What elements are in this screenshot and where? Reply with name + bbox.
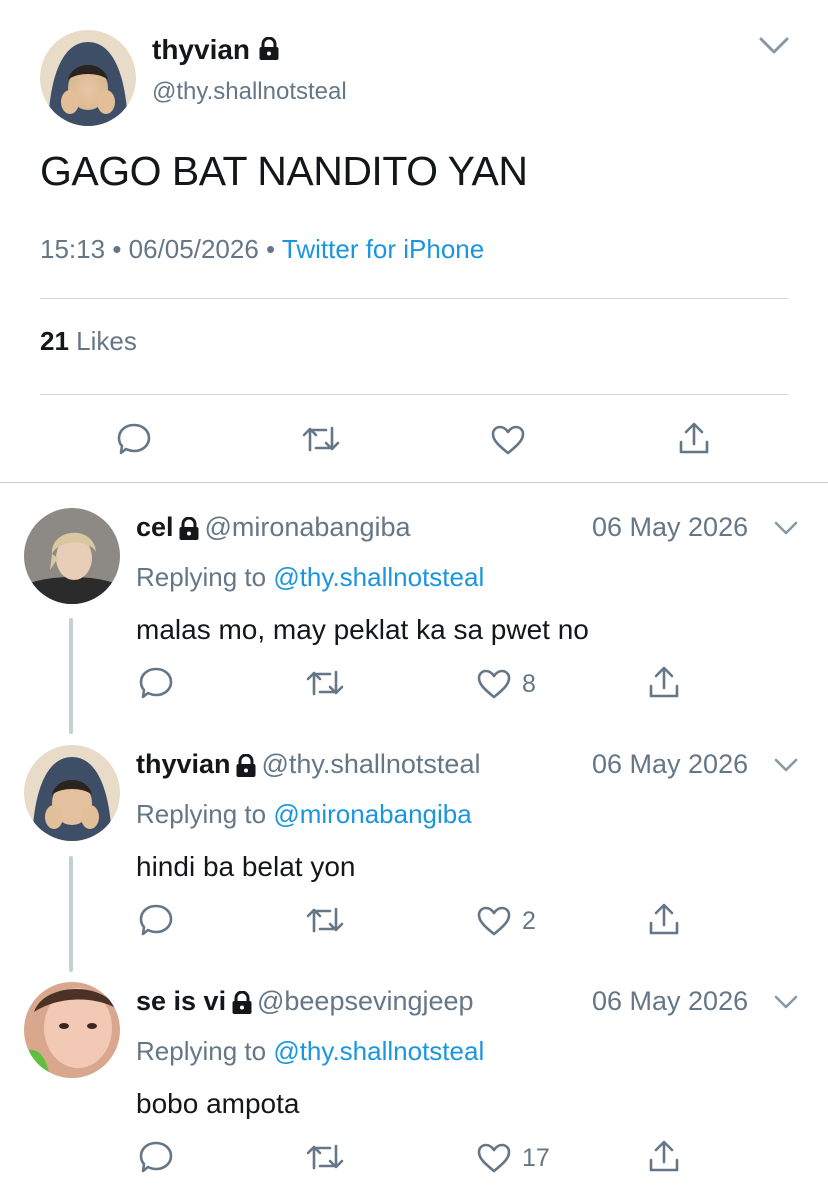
- avatar[interactable]: [24, 508, 120, 604]
- replying-to-link[interactable]: @thy.shallnotsteal: [273, 1036, 484, 1066]
- retweet-icon[interactable]: [306, 905, 344, 935]
- retweet-icon[interactable]: [306, 668, 344, 698]
- tweet-text: GAGO BAT NANDITO YAN: [40, 148, 528, 194]
- tweet-date[interactable]: 06 May 2026: [592, 986, 748, 1017]
- chevron-down-icon[interactable]: [774, 520, 798, 536]
- reply-text: bobo ampota: [136, 1088, 300, 1119]
- reply-icon[interactable]: [138, 903, 174, 937]
- tweet-date[interactable]: 06 May 2026: [592, 512, 748, 543]
- likes-label: Likes: [76, 326, 137, 356]
- likes-count: 21: [40, 326, 69, 356]
- replying-to-link[interactable]: @thy.shallnotsteal: [273, 562, 484, 592]
- chevron-down-icon[interactable]: [774, 994, 798, 1010]
- like-icon[interactable]: [476, 905, 512, 937]
- share-icon[interactable]: [648, 1138, 680, 1174]
- like-icon[interactable]: [490, 424, 526, 456]
- section-divider: [0, 482, 828, 483]
- like-icon[interactable]: [476, 668, 512, 700]
- lock-icon: [178, 516, 200, 546]
- like-count: 17: [522, 1144, 550, 1172]
- replying-to-label: Replying to: [136, 799, 267, 829]
- reply-icon[interactable]: [138, 1140, 174, 1174]
- share-icon[interactable]: [678, 420, 710, 456]
- display-name[interactable]: cel: [136, 512, 174, 542]
- reply-text: hindi ba belat yon: [136, 851, 356, 882]
- reply-text: malas mo, may peklat ka sa pwet no: [136, 614, 589, 645]
- handle[interactable]: @thy.shallnotsteal: [261, 749, 480, 779]
- reply-icon[interactable]: [116, 422, 152, 456]
- likes-link[interactable]: 21 Likes: [40, 326, 137, 357]
- lock-icon: [231, 990, 253, 1020]
- tweet-time: 15:13: [40, 234, 106, 264]
- chevron-down-icon[interactable]: [758, 36, 790, 56]
- separator: •: [112, 234, 122, 264]
- separator: •: [266, 234, 276, 264]
- tweet-date: 06/05/2026: [128, 234, 259, 264]
- reply-tweet: se is vi @beepsevingjeep 06 May 2026 Rep…: [0, 974, 828, 1194]
- lock-icon: [258, 36, 280, 68]
- reply-tweet: thyvian @thy.shallnotsteal 06 May 2026 R…: [0, 737, 828, 967]
- like-icon[interactable]: [476, 1142, 512, 1174]
- display-name[interactable]: thyvian: [152, 34, 250, 65]
- replying-to-label: Replying to: [136, 1036, 267, 1066]
- replying-to-link[interactable]: @mironabangiba: [273, 799, 471, 829]
- tweet-date[interactable]: 06 May 2026: [592, 749, 748, 780]
- handle[interactable]: @beepsevingjeep: [257, 986, 474, 1016]
- divider: [40, 394, 788, 395]
- like-count: 8: [522, 670, 536, 698]
- handle[interactable]: @mironabangiba: [204, 512, 410, 542]
- share-icon[interactable]: [648, 901, 680, 937]
- retweet-icon[interactable]: [306, 1142, 344, 1172]
- reply-tweet: cel @mironabangiba 06 May 2026 Replying …: [0, 500, 828, 730]
- like-count: 2: [522, 907, 536, 935]
- divider: [40, 298, 788, 299]
- chevron-down-icon[interactable]: [774, 757, 798, 773]
- retweet-icon[interactable]: [302, 424, 340, 454]
- display-name[interactable]: thyvian: [136, 749, 231, 779]
- avatar[interactable]: [24, 745, 120, 841]
- lock-icon: [235, 753, 257, 783]
- handle[interactable]: @thy.shallnotsteal: [152, 78, 347, 106]
- share-icon[interactable]: [648, 664, 680, 700]
- reply-icon[interactable]: [138, 666, 174, 700]
- tweet-source-link[interactable]: Twitter for iPhone: [282, 234, 484, 264]
- replying-to-label: Replying to: [136, 562, 267, 592]
- avatar[interactable]: [24, 982, 120, 1078]
- display-name[interactable]: se is vi: [136, 986, 226, 1016]
- avatar[interactable]: [40, 30, 136, 126]
